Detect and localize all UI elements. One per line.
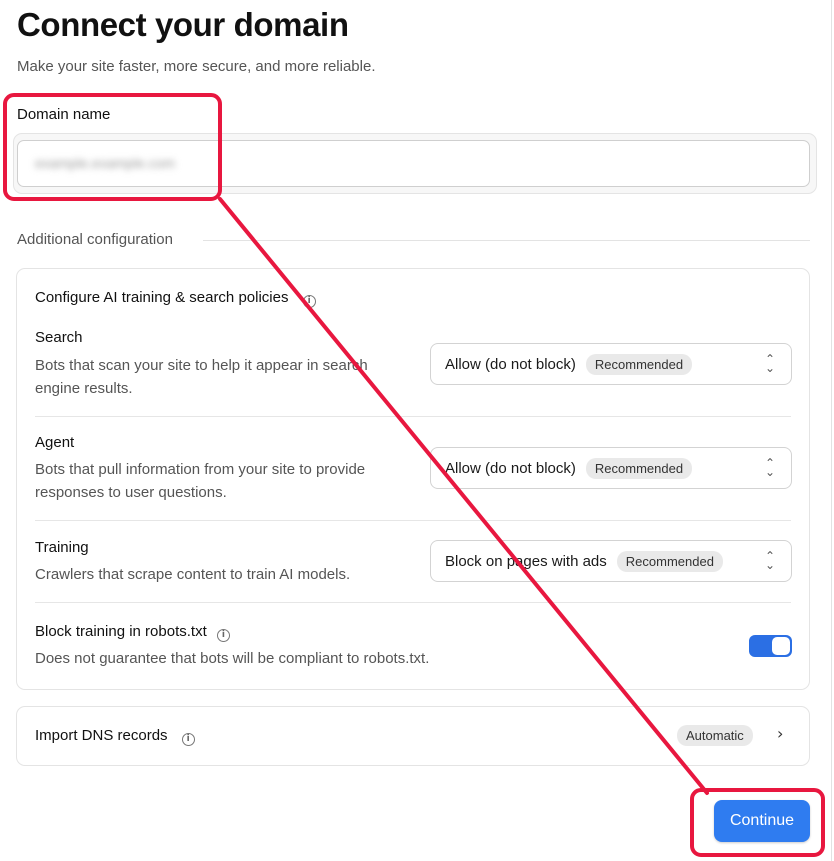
policy-divider [35,520,791,521]
page-edge [831,0,832,861]
import-dns-title-text: Import DNS records [35,727,168,744]
policy-training-value: Block on pages with ads [445,552,607,570]
policy-search-badge: Recommended [585,353,693,375]
policy-search-value: Allow (do not block) [445,355,576,373]
robots-training-description: Does not guarantee that bots will be com… [35,650,430,667]
policy-divider [35,416,791,417]
policy-training-name: Training [35,539,89,556]
chevron-up-down-icon: ⌃ ⌄ [764,549,775,572]
robots-training-toggle[interactable] [749,635,792,657]
continue-button[interactable]: Continue [714,800,810,842]
policy-search-name: Search [35,329,83,346]
page-title: Connect your domain [17,6,349,43]
policy-agent-name: Agent [35,434,75,451]
policy-search-description: Bots that scan your site to help it appe… [35,357,368,397]
ai-policies-title: Configure AI training & search policies … [35,289,316,308]
domain-name-label: Domain name [17,106,111,123]
toggle-knob [772,637,790,655]
domain-name-input[interactable] [17,140,810,187]
robots-training-name-text: Block training in robots.txt [35,623,207,640]
chevron-up-down-icon: ⌃ ⌄ [764,352,775,375]
import-dns-title: Import DNS records i [35,727,195,746]
page-subtitle: Make your site faster, more secure, and … [17,58,376,75]
robots-training-name: Block training in robots.txt i [35,623,230,642]
policy-agent-badge: Recommended [585,457,693,479]
policy-agent-value: Allow (do not block) [445,459,576,477]
import-dns-badge: Automatic [677,725,753,746]
info-icon[interactable]: i [216,629,230,642]
additional-configuration-label: Additional configuration [17,231,173,248]
policy-training-select[interactable]: Block on pages with ads Recommended ⌃ ⌄ [430,540,792,582]
info-icon[interactable]: i [181,733,195,746]
policy-agent-description: Bots that pull information from your sit… [35,461,366,501]
policy-search-select[interactable]: Allow (do not block) Recommended ⌃ ⌄ [430,343,792,385]
policy-agent-select[interactable]: Allow (do not block) Recommended ⌃ ⌄ [430,447,792,489]
section-divider [203,240,810,241]
chevron-right-icon[interactable]: › [777,724,783,743]
ai-policies-title-text: Configure AI training & search policies [35,289,289,306]
info-icon[interactable]: i [302,295,316,308]
policy-divider [35,602,791,603]
policy-training-description: Crawlers that scrape content to train AI… [35,566,351,583]
chevron-up-down-icon: ⌃ ⌄ [764,456,775,479]
policy-training-badge: Recommended [616,550,723,572]
